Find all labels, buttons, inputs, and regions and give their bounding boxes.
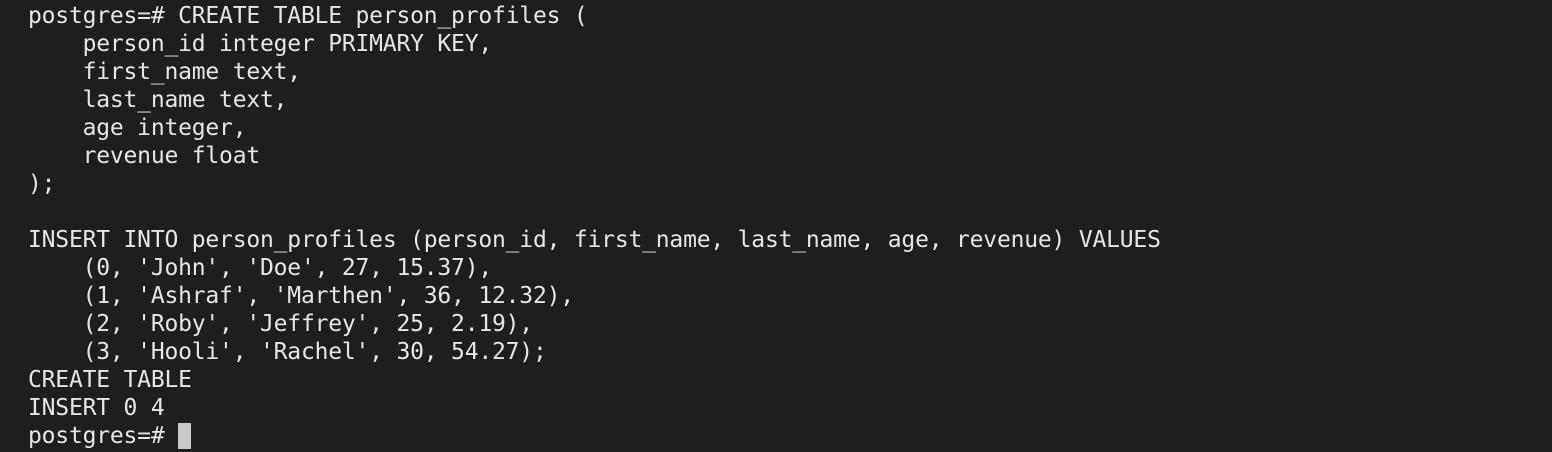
terminal-line: CREATE TABLE [28, 367, 192, 393]
terminal-line: (2, 'Roby', 'Jeffrey', 25, 2.19), [28, 311, 534, 337]
terminal-line: postgres=# CREATE TABLE person_profiles … [28, 3, 588, 29]
terminal-line: revenue float [28, 143, 261, 169]
terminal-line: last_name text, [28, 87, 288, 113]
terminal-line: person_id integer PRIMARY KEY, [28, 31, 493, 57]
terminal-line: (3, 'Hooli', 'Rachel', 30, 54.27); [28, 339, 547, 365]
terminal-line: (0, 'John', 'Doe', 27, 15.37), [28, 255, 493, 281]
terminal-line: (1, 'Ashraf', 'Marthen', 36, 12.32), [28, 283, 575, 309]
terminal-line: INSERT INTO person_profiles (person_id, … [28, 227, 1161, 253]
terminal-line: age integer, [28, 115, 247, 141]
terminal-line: first_name text, [28, 59, 302, 85]
terminal-line: ); [28, 171, 56, 197]
terminal-input-line[interactable]: postgres=# [28, 422, 1161, 450]
terminal-cursor[interactable] [178, 423, 192, 449]
terminal-prompt: postgres=# [28, 423, 179, 449]
terminal-window[interactable]: postgres=# CREATE TABLE person_profiles … [0, 0, 1552, 452]
terminal-line: INSERT 0 4 [28, 395, 165, 421]
terminal-output: postgres=# CREATE TABLE person_profiles … [28, 2, 1161, 450]
